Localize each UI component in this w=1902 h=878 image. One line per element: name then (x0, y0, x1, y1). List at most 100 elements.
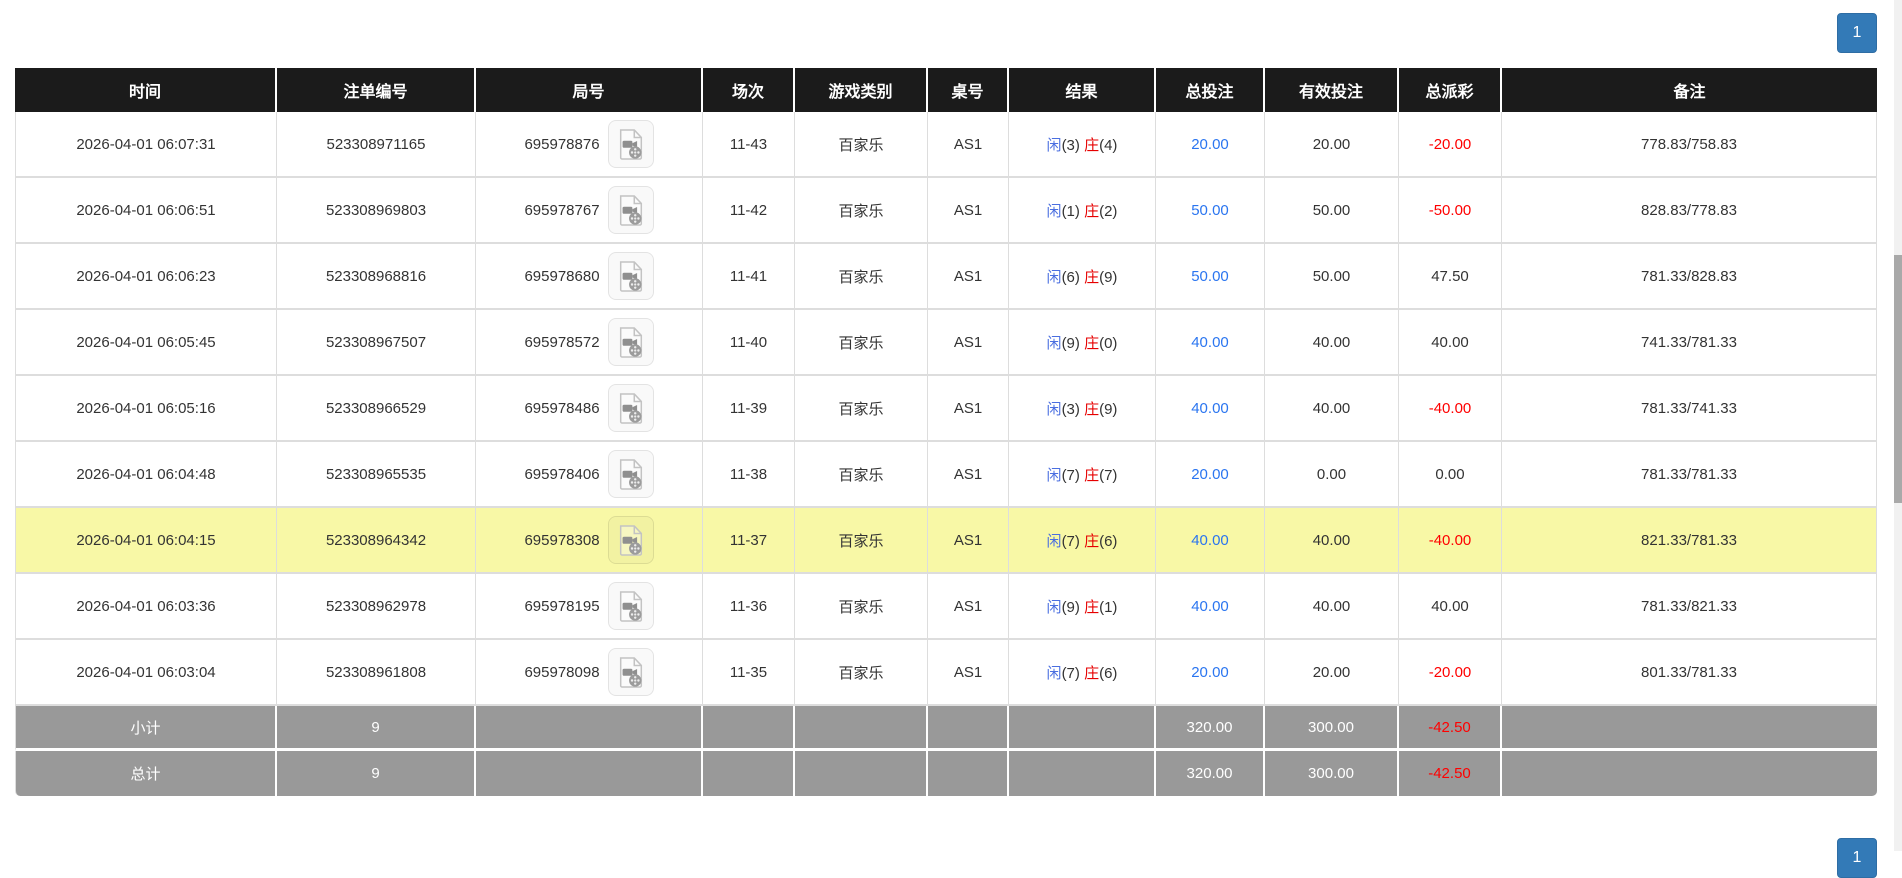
cell-session: 11-40 (703, 310, 795, 376)
header-payout: 总派彩 (1399, 68, 1502, 112)
summary-total-bet: 320.00 (1156, 751, 1265, 796)
header-total-bet: 总投注 (1156, 68, 1265, 112)
summary-valid-bet: 300.00 (1265, 706, 1399, 751)
round-number: 695978406 (524, 465, 600, 483)
video-replay-button[interactable] (607, 318, 654, 366)
result-player-label: 闲 (1046, 202, 1062, 220)
summary-empty-cell (795, 706, 928, 751)
round-number: 695978098 (524, 663, 600, 681)
cell-total-bet[interactable]: 40.00 (1156, 376, 1265, 442)
summary-payout: -42.50 (1399, 751, 1502, 796)
cell-game-type: 百家乐 (795, 178, 928, 244)
cell-remark: 781.33/741.33 (1502, 376, 1877, 442)
header-valid-bet: 有效投注 (1265, 68, 1399, 112)
round-number: 695978876 (524, 135, 600, 153)
cell-remark: 821.33/781.33 (1502, 508, 1877, 574)
round-number: 695978767 (524, 201, 600, 219)
cell-total-bet[interactable]: 50.00 (1156, 244, 1265, 310)
video-replay-button[interactable] (607, 516, 654, 564)
video-replay-button[interactable] (607, 120, 654, 168)
summary-empty-cell (703, 706, 795, 751)
cell-game-type: 百家乐 (795, 508, 928, 574)
header-game-type: 游戏类别 (795, 68, 928, 112)
cell-table-no: AS1 (928, 178, 1009, 244)
summary-row: 总计 9 320.00 300.00 -42.50 (15, 751, 1877, 796)
cell-session: 11-39 (703, 376, 795, 442)
result-banker-score: (1) (1099, 598, 1118, 616)
cell-valid-bet: 40.00 (1265, 508, 1399, 574)
round-number: 695978486 (524, 399, 600, 417)
pagination-page-1-bottom[interactable]: 1 (1837, 838, 1877, 878)
cell-payout: 0.00 (1399, 442, 1502, 508)
table-row[interactable]: 2026-04-01 06:04:48 523308965535 6959784… (15, 442, 1877, 508)
cell-session: 11-36 (703, 574, 795, 640)
cell-valid-bet: 0.00 (1265, 442, 1399, 508)
video-file-icon (616, 326, 646, 359)
cell-total-bet[interactable]: 40.00 (1156, 508, 1265, 574)
video-replay-button[interactable] (607, 648, 654, 696)
table-row[interactable]: 2026-04-01 06:05:16 523308966529 6959784… (15, 376, 1877, 442)
table-row[interactable]: 2026-04-01 06:03:36 523308962978 6959781… (15, 574, 1877, 640)
pagination-page-1-top[interactable]: 1 (1837, 13, 1877, 53)
table-row[interactable]: 2026-04-01 06:06:51 523308969803 6959787… (15, 178, 1877, 244)
table-row[interactable]: 2026-04-01 06:07:31 523308971165 6959788… (15, 112, 1877, 178)
vertical-scrollbar-track[interactable] (1894, 0, 1902, 851)
result-banker-score: (4) (1099, 136, 1118, 154)
cell-time: 2026-04-01 06:04:15 (15, 508, 277, 574)
cell-payout: -40.00 (1399, 376, 1502, 442)
round-number: 695978308 (524, 531, 600, 549)
cell-bet-id: 523308961808 (277, 640, 476, 706)
table-row[interactable]: 2026-04-01 06:03:04 523308961808 6959780… (15, 640, 1877, 706)
summary-empty-cell (476, 751, 703, 796)
cell-bet-id: 523308966529 (277, 376, 476, 442)
cell-result: 闲(7) 庄(7) (1009, 442, 1156, 508)
table-row[interactable]: 2026-04-01 06:06:23 523308968816 6959786… (15, 244, 1877, 310)
cell-round-id: 695978767 (476, 178, 703, 244)
header-round-id: 局号 (476, 68, 703, 112)
cell-result: 闲(1) 庄(2) (1009, 178, 1156, 244)
cell-table-no: AS1 (928, 508, 1009, 574)
cell-table-no: AS1 (928, 574, 1009, 640)
video-file-icon (616, 392, 646, 425)
cell-total-bet[interactable]: 20.00 (1156, 640, 1265, 706)
header-result: 结果 (1009, 68, 1156, 112)
betting-records-page: { "pagination": { "page": "1" }, "table"… (0, 0, 1902, 878)
result-player-score: (7) (1061, 532, 1080, 550)
cell-result: 闲(7) 庄(6) (1009, 640, 1156, 706)
result-player-label: 闲 (1046, 334, 1062, 352)
cell-session: 11-42 (703, 178, 795, 244)
vertical-scrollbar-thumb[interactable] (1894, 255, 1902, 503)
cell-total-bet[interactable]: 40.00 (1156, 310, 1265, 376)
cell-round-id: 695978876 (476, 112, 703, 178)
summary-empty-cell (1502, 751, 1877, 796)
cell-total-bet[interactable]: 50.00 (1156, 178, 1265, 244)
cell-round-id: 695978406 (476, 442, 703, 508)
result-player-score: (1) (1061, 202, 1080, 220)
video-replay-button[interactable] (607, 252, 654, 300)
cell-round-id: 695978308 (476, 508, 703, 574)
cell-total-bet[interactable]: 20.00 (1156, 442, 1265, 508)
cell-remark: 741.33/781.33 (1502, 310, 1877, 376)
video-replay-button[interactable] (607, 384, 654, 432)
cell-round-id: 695978680 (476, 244, 703, 310)
cell-total-bet[interactable]: 40.00 (1156, 574, 1265, 640)
cell-time: 2026-04-01 06:06:23 (15, 244, 277, 310)
cell-remark: 781.33/821.33 (1502, 574, 1877, 640)
summary-empty-cell (928, 751, 1009, 796)
cell-total-bet[interactable]: 20.00 (1156, 112, 1265, 178)
video-file-icon (616, 128, 646, 161)
video-replay-button[interactable] (607, 450, 654, 498)
cell-round-id: 695978195 (476, 574, 703, 640)
cell-valid-bet: 40.00 (1265, 310, 1399, 376)
cell-game-type: 百家乐 (795, 376, 928, 442)
cell-remark: 828.83/778.83 (1502, 178, 1877, 244)
cell-valid-bet: 40.00 (1265, 376, 1399, 442)
table-row[interactable]: 2026-04-01 06:04:15 523308964342 6959783… (15, 508, 1877, 574)
video-replay-button[interactable] (607, 582, 654, 630)
table-row[interactable]: 2026-04-01 06:05:45 523308967507 6959785… (15, 310, 1877, 376)
cell-valid-bet: 50.00 (1265, 178, 1399, 244)
result-player-score: (9) (1061, 334, 1080, 352)
cell-time: 2026-04-01 06:03:36 (15, 574, 277, 640)
header-bet-id: 注单编号 (277, 68, 476, 112)
video-replay-button[interactable] (607, 186, 654, 234)
